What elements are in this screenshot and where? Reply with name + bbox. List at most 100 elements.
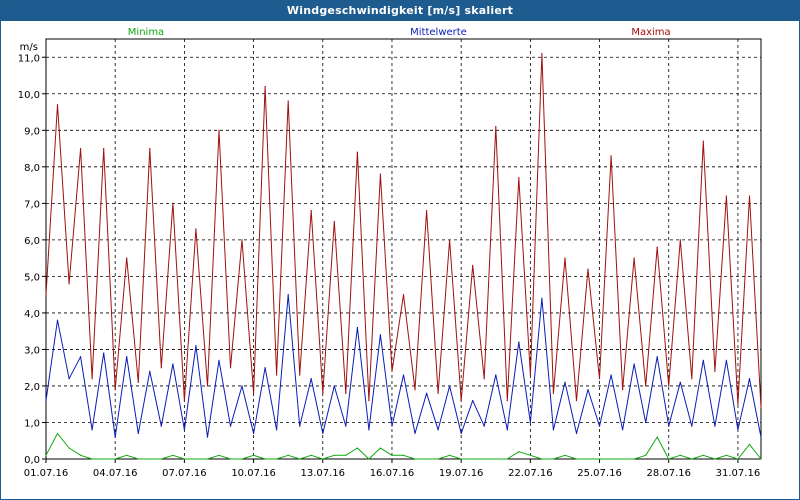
- data-point-maxima: [56, 104, 59, 106]
- data-point-mittelwerte: [610, 374, 612, 376]
- data-point-mittelwerte: [45, 399, 47, 402]
- data-point-minima: [114, 458, 116, 460]
- data-point-maxima: [229, 367, 232, 369]
- data-point-minima: [91, 458, 93, 460]
- data-point-mittelwerte: [449, 385, 451, 387]
- chart-window: Windgeschwindigkeit [m/s] skaliert 0,0 1,…: [0, 0, 800, 500]
- data-point-minima: [679, 454, 681, 456]
- x-tick-label: 28.07.16: [646, 468, 691, 479]
- data-point-minima: [552, 458, 555, 460]
- data-point-maxima: [368, 399, 370, 402]
- data-point-minima: [103, 458, 105, 460]
- data-point-maxima: [103, 147, 105, 150]
- data-point-mittelwerte: [114, 436, 116, 438]
- data-point-minima: [622, 458, 624, 460]
- data-point-minima: [252, 454, 255, 456]
- data-point-minima: [691, 458, 693, 460]
- data-point-maxima: [160, 367, 162, 369]
- data-point-minima: [183, 458, 185, 460]
- data-point-minima: [345, 454, 347, 456]
- data-point-mittelwerte: [160, 425, 162, 427]
- data-point-mittelwerte: [103, 352, 105, 354]
- data-point-maxima: [679, 239, 681, 241]
- data-point-maxima: [449, 239, 451, 241]
- grid-lines: [45, 39, 761, 460]
- data-point-mittelwerte: [483, 425, 485, 427]
- data-point-maxima: [149, 147, 151, 150]
- data-point-maxima: [68, 283, 70, 285]
- data-point-minima: [126, 454, 128, 456]
- data-point-mittelwerte: [91, 429, 93, 431]
- data-point-maxima: [714, 370, 716, 372]
- data-point-minima: [748, 443, 751, 445]
- y-tick-label: 7,0: [24, 199, 40, 210]
- data-point-maxima: [610, 155, 612, 157]
- data-point-mittelwerte: [575, 432, 578, 435]
- y-tick-label: 6,0: [24, 236, 40, 247]
- data-point-maxima: [425, 210, 428, 212]
- data-point-maxima: [633, 257, 635, 259]
- data-point-minima: [310, 454, 312, 456]
- data-point-mittelwerte: [668, 425, 670, 427]
- data-point-mittelwerte: [172, 363, 174, 365]
- data-point-mittelwerte: [506, 429, 508, 431]
- data-point-mittelwerte: [379, 334, 382, 336]
- y-tick-label: 3,0: [24, 345, 40, 356]
- axes: [42, 38, 762, 463]
- data-point-minima: [575, 458, 578, 460]
- data-point-minima: [287, 454, 289, 456]
- data-point-maxima: [137, 381, 139, 383]
- data-point-minima: [68, 447, 70, 449]
- data-point-mittelwerte: [541, 297, 543, 299]
- data-point-mittelwerte: [252, 432, 255, 435]
- data-point-minima: [160, 458, 162, 460]
- data-point-maxima: [552, 392, 555, 394]
- legend-maxima: Maxima: [631, 27, 670, 38]
- data-point-minima: [702, 454, 704, 456]
- data-point-mittelwerte: [633, 363, 635, 365]
- data-point-minima: [425, 458, 428, 460]
- data-point-maxima: [564, 257, 566, 259]
- data-point-minima: [541, 458, 543, 460]
- data-point-mittelwerte: [760, 436, 762, 438]
- data-point-minima: [564, 454, 566, 456]
- data-point-minima: [645, 454, 647, 456]
- data-point-minima: [368, 458, 370, 460]
- data-point-mittelwerte: [702, 359, 704, 361]
- data-point-minima: [45, 454, 47, 456]
- data-point-mittelwerte: [437, 429, 439, 431]
- window-title: Windgeschwindigkeit [m/s] skaliert: [1, 1, 799, 21]
- data-point-mittelwerte: [564, 381, 566, 383]
- data-point-mittelwerte: [56, 319, 59, 321]
- data-point-mittelwerte: [126, 356, 128, 358]
- data-point-maxima: [495, 126, 497, 128]
- data-point-mittelwerte: [68, 378, 70, 380]
- data-point-minima: [714, 458, 716, 460]
- data-point-maxima: [391, 370, 393, 372]
- data-point-minima: [529, 454, 531, 456]
- x-tick-label: 01.07.16: [24, 468, 69, 479]
- data-point-minima: [737, 458, 739, 460]
- data-point-maxima: [310, 210, 312, 212]
- x-tick-label: 19.07.16: [439, 468, 484, 479]
- data-point-mittelwerte: [587, 389, 589, 391]
- data-point-mittelwerte: [79, 356, 82, 358]
- data-point-maxima: [322, 392, 324, 394]
- data-point-minima: [656, 436, 658, 438]
- data-point-minima: [264, 458, 266, 460]
- series-line-maxima: [45, 53, 762, 408]
- y-tick-label: 0,0: [24, 455, 40, 466]
- data-point-maxima: [276, 374, 278, 376]
- data-point-mittelwerte: [402, 374, 405, 376]
- x-tick-label: 07.07.16: [162, 468, 207, 479]
- data-point-mittelwerte: [622, 429, 624, 431]
- data-point-minima: [218, 454, 220, 456]
- data-point-maxima: [414, 389, 416, 391]
- data-point-mittelwerte: [518, 341, 520, 343]
- y-tick-label: 9,0: [24, 126, 40, 137]
- data-point-maxima: [656, 246, 658, 248]
- data-point-mittelwerte: [322, 432, 324, 435]
- data-point-mittelwerte: [645, 421, 647, 424]
- data-point-mittelwerte: [264, 367, 266, 369]
- data-point-maxima: [748, 195, 751, 197]
